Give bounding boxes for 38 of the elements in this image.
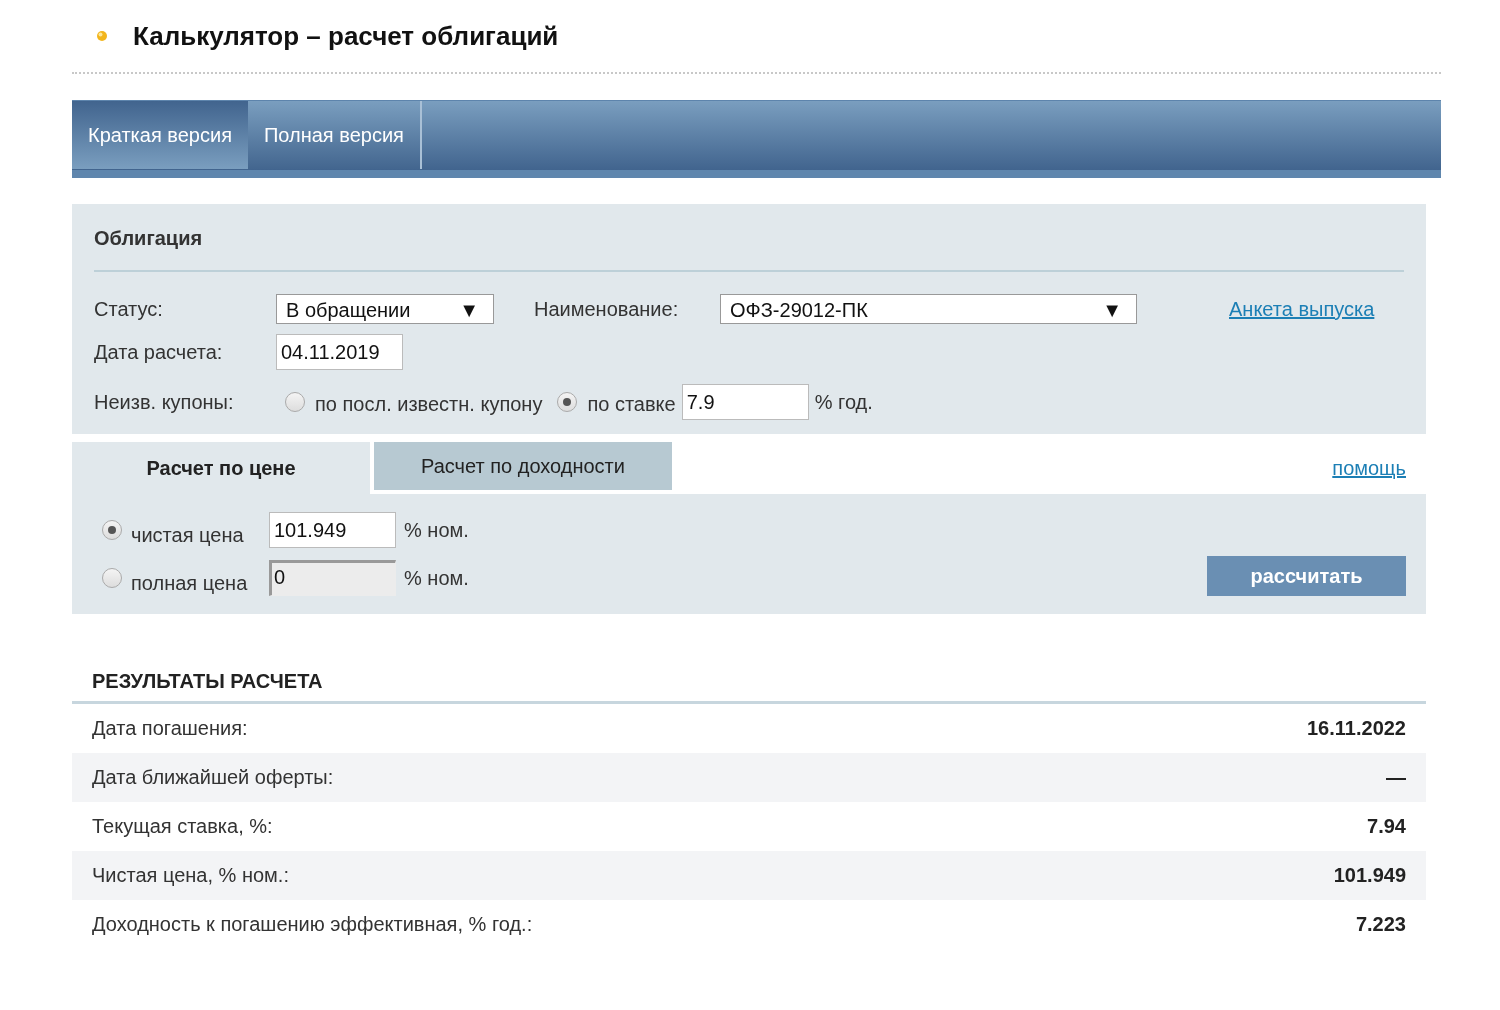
radio-label: по ставке bbox=[587, 392, 676, 416]
unit-label: % ном. bbox=[404, 566, 469, 590]
result-label: Текущая ставка, %: bbox=[92, 815, 273, 838]
result-value: 16.11.2022 bbox=[1307, 717, 1406, 740]
field-label: Неизв. купоны: bbox=[94, 390, 235, 414]
calc-tab[interactable]: Расчет по цене bbox=[72, 442, 370, 494]
issue-link[interactable]: Анкета выпуска bbox=[1229, 297, 1375, 321]
price-field[interactable]: 101.949 bbox=[269, 512, 396, 548]
result-value: 7.94 bbox=[1367, 815, 1406, 838]
result-value: — bbox=[1386, 766, 1406, 789]
radio-label: чистая цена bbox=[131, 523, 245, 547]
field-label: Статус: bbox=[94, 297, 164, 321]
results-heading: РЕЗУЛЬТАТЫ РАСЧЕТА bbox=[72, 666, 1426, 704]
page-title: Калькулятор – расчет облигаций bbox=[133, 20, 559, 52]
radio-button[interactable] bbox=[557, 392, 578, 412]
rate-field[interactable]: 7.9 bbox=[681, 384, 809, 420]
result-label: Дата ближайшей оферты: bbox=[92, 766, 334, 789]
result-value: 7.223 bbox=[1355, 913, 1406, 936]
result-label: Доходность к погашению эффективная, % год.: bbox=[92, 913, 533, 936]
bullet-icon bbox=[96, 30, 108, 42]
field-label: Наименование: bbox=[534, 297, 680, 321]
unit-label: % ном. bbox=[404, 518, 469, 542]
radio-button[interactable] bbox=[285, 392, 305, 412]
radio-label: по посл. известн. купону bbox=[315, 392, 543, 416]
result-label: Дата погашения: bbox=[92, 717, 248, 740]
name-select[interactable]: ОФЗ-29012-ПК ▼ bbox=[720, 294, 1137, 324]
status-select[interactable]: В обращении ▼ bbox=[276, 294, 494, 324]
help-link[interactable]: помощь bbox=[1332, 456, 1406, 480]
result-label: Чистая цена, % ном.: bbox=[92, 864, 289, 887]
calc-tab[interactable]: Расчет по доходности bbox=[374, 442, 672, 490]
date-field[interactable]: 04.11.2019 bbox=[276, 334, 403, 370]
unit-label: % год. bbox=[814, 390, 873, 414]
radio-button[interactable] bbox=[102, 520, 122, 540]
radio-label: полная цена bbox=[131, 571, 249, 595]
result-value: 101.949 bbox=[1333, 864, 1406, 887]
field-label: Дата расчета: bbox=[94, 340, 224, 364]
version-tab[interactable]: Краткая версия bbox=[72, 101, 248, 169]
section-heading: Облигация bbox=[94, 204, 1404, 272]
